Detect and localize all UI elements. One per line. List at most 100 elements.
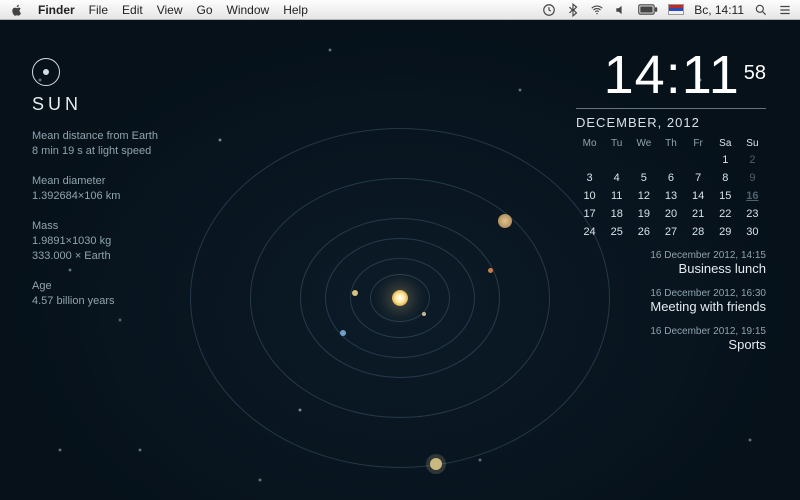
planet-saturn <box>430 458 442 470</box>
time-machine-icon[interactable] <box>542 3 556 17</box>
event-title: Sports <box>650 337 766 352</box>
calendar-day: 9 <box>739 169 766 187</box>
spotlight-icon[interactable] <box>754 3 768 17</box>
fact-value: 4.57 billion years <box>32 294 262 309</box>
calendar-day: 15 <box>712 187 739 205</box>
calendar-day: 1 <box>712 151 739 169</box>
calendar-day: 13 <box>657 187 684 205</box>
calendar-day: 8 <box>712 169 739 187</box>
notification-center-icon[interactable] <box>778 3 792 17</box>
sun-fact-mass: Mass 1.9891×1030 kg 333.000 × Earth <box>32 219 262 265</box>
calendar-day: 14 <box>685 187 712 205</box>
calendar-grid: MoTuWeThFrSaSu 1234567891011121314151617… <box>576 136 766 241</box>
wifi-icon[interactable] <box>590 3 604 17</box>
menubar-right: Bc, 14:11 <box>542 3 800 17</box>
sun-panel-title: SUN <box>32 94 262 115</box>
input-source-flag-icon[interactable] <box>668 4 684 15</box>
calendar-widget: DECEMBER, 2012 MoTuWeThFrSaSu 1234567891… <box>576 108 766 241</box>
calendar-dow: Su <box>739 136 766 151</box>
calendar-day <box>685 151 712 169</box>
calendar-day: 2 <box>739 151 766 169</box>
menubar-app-name[interactable]: Finder <box>38 3 75 17</box>
fact-label: Age <box>32 279 262 294</box>
calendar-day: 18 <box>603 205 630 223</box>
calendar-day: 12 <box>630 187 657 205</box>
event-item: 16 December 2012, 14:15Business lunch <box>650 250 766 276</box>
calendar-day: 7 <box>685 169 712 187</box>
menubar-item-window[interactable]: Window <box>227 3 270 17</box>
fact-label: Mean distance from Earth <box>32 129 262 144</box>
calendar-day: 5 <box>630 169 657 187</box>
planet-earth <box>340 330 346 336</box>
fact-label: Mean diameter <box>32 174 262 189</box>
planet-mars <box>488 268 493 273</box>
calendar-day: 23 <box>739 205 766 223</box>
event-title: Meeting with friends <box>650 299 766 314</box>
menubar-clock[interactable]: Bc, 14:11 <box>694 3 744 17</box>
calendar-day: 30 <box>739 223 766 241</box>
orbit-mercury <box>370 274 430 322</box>
calendar-day <box>630 151 657 169</box>
calendar-dow: Th <box>657 136 684 151</box>
menubar-item-view[interactable]: View <box>157 3 183 17</box>
calendar-day: 10 <box>576 187 603 205</box>
volume-icon[interactable] <box>614 3 628 17</box>
menubar-item-help[interactable]: Help <box>283 3 308 17</box>
calendar-day: 21 <box>685 205 712 223</box>
calendar-day: 25 <box>603 223 630 241</box>
calendar-dow: Fr <box>685 136 712 151</box>
calendar-day: 28 <box>685 223 712 241</box>
calendar-day: 6 <box>657 169 684 187</box>
events-list: 16 December 2012, 14:15Business lunch16 … <box>650 250 766 364</box>
desktop-clock: 14:1158 <box>604 44 766 106</box>
menubar-item-file[interactable]: File <box>89 3 108 17</box>
calendar-day: 22 <box>712 205 739 223</box>
orbit-mars <box>300 218 500 378</box>
fact-value: 1.9891×1030 kg 333.000 × Earth <box>32 234 262 265</box>
orbit-earth <box>325 238 475 358</box>
event-item: 16 December 2012, 16:30Meeting with frie… <box>650 288 766 314</box>
sun-fact-distance: Mean distance from Earth 8 min 19 s at l… <box>32 129 262 160</box>
calendar-day: 26 <box>630 223 657 241</box>
calendar-day: 20 <box>657 205 684 223</box>
sun-fact-age: Age 4.57 billion years <box>32 279 262 310</box>
calendar-day: 27 <box>657 223 684 241</box>
event-when: 16 December 2012, 14:15 <box>650 250 766 261</box>
fact-label: Mass <box>32 219 262 234</box>
menubar: Finder File Edit View Go Window Help Bc,… <box>0 0 800 20</box>
fact-value: 8 min 19 s at light speed <box>32 144 262 159</box>
event-when: 16 December 2012, 16:30 <box>650 288 766 299</box>
calendar-month-label: DECEMBER, 2012 <box>576 108 766 130</box>
menubar-item-go[interactable]: Go <box>197 3 213 17</box>
clock-hours-minutes: 14:11 <box>604 45 740 105</box>
calendar-day: 3 <box>576 169 603 187</box>
menubar-item-edit[interactable]: Edit <box>122 3 143 17</box>
calendar-day: 29 <box>712 223 739 241</box>
event-title: Business lunch <box>650 261 766 276</box>
sun-icon <box>392 290 408 306</box>
calendar-day <box>657 151 684 169</box>
fact-value: 1.392684×106 km <box>32 189 262 204</box>
calendar-day: 24 <box>576 223 603 241</box>
orbit-venus <box>350 258 450 338</box>
sun-info-panel: SUN Mean distance from Earth 8 min 19 s … <box>32 58 262 324</box>
planet-jupiter <box>498 214 512 228</box>
calendar-day: 16 <box>739 187 766 205</box>
planet-venus <box>352 290 358 296</box>
sun-symbol-icon <box>32 58 60 86</box>
orbit-jupiter <box>250 178 550 418</box>
apple-logo-icon[interactable] <box>10 3 24 17</box>
calendar-dow: Tu <box>603 136 630 151</box>
menubar-left: Finder File Edit View Go Window Help <box>0 3 308 17</box>
calendar-day: 4 <box>603 169 630 187</box>
battery-icon[interactable] <box>638 4 658 15</box>
clock-seconds: 58 <box>744 62 766 84</box>
calendar-dow: Mo <box>576 136 603 151</box>
planet-mercury <box>422 312 426 316</box>
calendar-day <box>603 151 630 169</box>
event-when: 16 December 2012, 19:15 <box>650 326 766 337</box>
bluetooth-icon[interactable] <box>566 3 580 17</box>
event-item: 16 December 2012, 19:15Sports <box>650 326 766 352</box>
sun-fact-diameter: Mean diameter 1.392684×106 km <box>32 174 262 205</box>
calendar-day: 11 <box>603 187 630 205</box>
